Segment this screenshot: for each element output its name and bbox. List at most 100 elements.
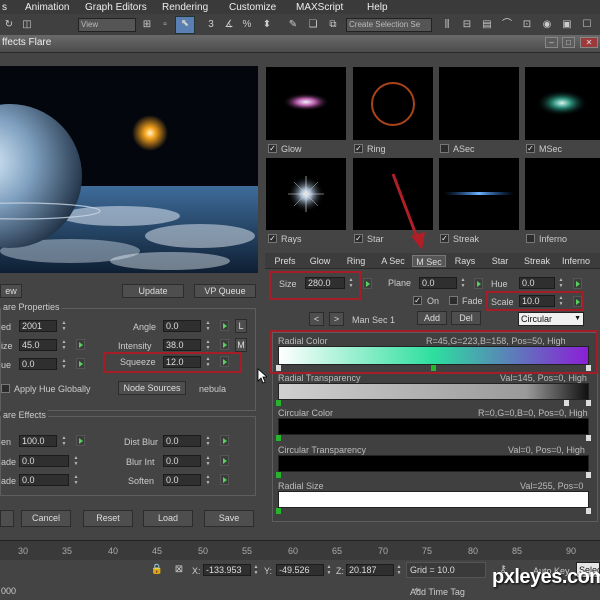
- z-spinner[interactable]: ▲ ▼: [395, 564, 403, 576]
- material-editor-icon[interactable]: ◉: [540, 18, 554, 32]
- y-field[interactable]: -49.526: [276, 564, 324, 576]
- render-icon[interactable]: ☐: [580, 18, 594, 32]
- absolute-mode-icon[interactable]: ⊠: [172, 563, 186, 577]
- angle-spinner[interactable]: ▲ ▼: [204, 320, 212, 332]
- next-sec-button[interactable]: >: [329, 312, 344, 326]
- menu-item-customize[interactable]: Customize: [229, 2, 276, 13]
- circular-color-gradient[interactable]: [278, 418, 589, 435]
- circular-transparency-flag-end[interactable]: [586, 472, 591, 478]
- tab-msec[interactable]: M Sec: [412, 255, 446, 267]
- thumb-rays[interactable]: [266, 158, 346, 230]
- msec-plane-spinner[interactable]: ▲ ▼: [459, 277, 467, 289]
- lock-l-button[interactable]: L: [235, 319, 247, 333]
- prev-sec-button[interactable]: <: [309, 312, 324, 326]
- msec-scale-spinner[interactable]: ▲ ▼: [557, 295, 565, 307]
- ok-button[interactable]: [0, 510, 14, 527]
- brighten-spinner[interactable]: ▲ ▼: [60, 435, 68, 447]
- msec-fade-checkbox[interactable]: [449, 296, 458, 305]
- render-setup-icon[interactable]: ▣: [560, 18, 574, 32]
- squeeze-spinner[interactable]: ▲ ▼: [204, 356, 212, 368]
- glow-checkbox[interactable]: ✓: [268, 144, 277, 153]
- fade1-field[interactable]: 0.0: [19, 455, 69, 467]
- circular-color-flag-start[interactable]: [276, 435, 281, 441]
- edit-named-icon[interactable]: ❏: [306, 18, 320, 32]
- view-dropdown[interactable]: View: [78, 18, 136, 32]
- mirror-icon[interactable]: ⧉: [326, 18, 340, 32]
- radial-color-flag-mid[interactable]: [431, 365, 436, 371]
- add-time-tag-label[interactable]: Add Time Tag: [410, 587, 465, 597]
- rays-checkbox[interactable]: ✓: [268, 234, 277, 243]
- radial-color-flag-end[interactable]: [586, 365, 591, 371]
- tab-ring[interactable]: Ring: [339, 255, 373, 267]
- inferno-checkbox[interactable]: [526, 234, 535, 243]
- msec-scale-map-arrow-icon[interactable]: [573, 296, 582, 307]
- msec-scale-field[interactable]: 10.0: [519, 295, 555, 307]
- seed-spinner[interactable]: ▲ ▼: [60, 320, 68, 332]
- radial-color-gradient[interactable]: [278, 346, 589, 365]
- x-field[interactable]: -133.953: [203, 564, 251, 576]
- soften-map-arrow-icon[interactable]: [220, 474, 229, 485]
- circular-transparency-gradient[interactable]: [278, 455, 589, 472]
- layer-icon[interactable]: ▤: [480, 18, 494, 32]
- tab-glow[interactable]: Glow: [305, 255, 335, 267]
- dist-blur-spinner[interactable]: ▲ ▼: [204, 435, 212, 447]
- msec-checkbox[interactable]: ✓: [526, 144, 535, 153]
- soften-field[interactable]: 0.0: [163, 474, 201, 486]
- msec-size-map-arrow-icon[interactable]: [363, 278, 372, 289]
- angle-map-arrow-icon[interactable]: [220, 320, 229, 331]
- msec-hue-map-arrow-icon[interactable]: [573, 278, 582, 289]
- radial-size-flag-end[interactable]: [586, 508, 591, 514]
- hue-field[interactable]: 0.0: [19, 358, 57, 370]
- schematic-icon[interactable]: ⊡: [520, 18, 534, 32]
- msec-on-checkbox[interactable]: ✓: [413, 296, 422, 305]
- msec-size-field[interactable]: 280.0: [305, 277, 345, 289]
- radial-transparency-flag-start[interactable]: [276, 400, 281, 406]
- soften-spinner[interactable]: ▲ ▼: [204, 474, 212, 486]
- tab-streak[interactable]: Streak: [518, 255, 556, 267]
- tab-inferno[interactable]: Inferno: [557, 255, 595, 267]
- size-map-arrow-icon[interactable]: [76, 339, 85, 350]
- shape-dropdown[interactable]: Circular ▼: [518, 312, 584, 326]
- menu-item-maxscript[interactable]: MAXScript: [296, 2, 343, 13]
- thumb-ring[interactable]: [353, 67, 433, 140]
- squeeze-field[interactable]: 12.0: [163, 356, 201, 368]
- maximize-icon[interactable]: □: [562, 37, 575, 48]
- menu-item-graph-editors[interactable]: Graph Editors: [85, 2, 147, 13]
- radial-color-flag-start[interactable]: [276, 365, 281, 371]
- radial-transparency-gradient[interactable]: [278, 383, 589, 400]
- menu-item-rendering[interactable]: Rendering: [162, 2, 208, 13]
- minimize-icon[interactable]: –: [545, 37, 558, 48]
- y-spinner[interactable]: ▲ ▼: [325, 564, 333, 576]
- blur-int-field[interactable]: 0.0: [163, 455, 201, 467]
- menu-item-animation[interactable]: Animation: [25, 2, 69, 13]
- node-sources-button[interactable]: Node Sources: [118, 381, 186, 395]
- blur-int-spinner[interactable]: ▲ ▼: [204, 455, 212, 467]
- percent-snap-icon[interactable]: %: [240, 18, 254, 32]
- intensity-map-arrow-icon[interactable]: [220, 339, 229, 350]
- seed-field[interactable]: 2001: [19, 320, 57, 332]
- thumb-asec[interactable]: [439, 67, 519, 140]
- intensity-field[interactable]: 38.0: [163, 339, 201, 351]
- msec-hue-field[interactable]: 0.0: [519, 277, 555, 289]
- ring-checkbox[interactable]: ✓: [354, 144, 363, 153]
- thumb-inferno[interactable]: [525, 158, 600, 230]
- squeeze-map-arrow-icon[interactable]: [220, 356, 229, 367]
- asec-checkbox[interactable]: [440, 144, 449, 153]
- tab-rays[interactable]: Rays: [450, 255, 480, 267]
- apply-hue-checkbox[interactable]: [1, 384, 10, 393]
- tab-prefs[interactable]: Prefs: [268, 255, 302, 267]
- update-button[interactable]: Update: [122, 284, 184, 298]
- lock-icon[interactable]: 🔒: [150, 563, 164, 577]
- brighten-map-arrow-icon[interactable]: [76, 435, 85, 446]
- load-button[interactable]: Load: [143, 510, 193, 527]
- fade2-field[interactable]: 0.0: [19, 474, 69, 486]
- radial-size-flag-start[interactable]: [276, 508, 281, 514]
- radial-transparency-flag-end[interactable]: [586, 400, 591, 406]
- spinner-snap-icon[interactable]: ⬍: [260, 18, 274, 32]
- menu-item-help[interactable]: Help: [367, 2, 388, 13]
- thumb-streak[interactable]: [439, 158, 519, 230]
- vp-queue-button[interactable]: VP Queue: [194, 284, 256, 298]
- save-button[interactable]: Save: [204, 510, 254, 527]
- reset-button[interactable]: Reset: [83, 510, 133, 527]
- thumb-glow[interactable]: [266, 67, 346, 140]
